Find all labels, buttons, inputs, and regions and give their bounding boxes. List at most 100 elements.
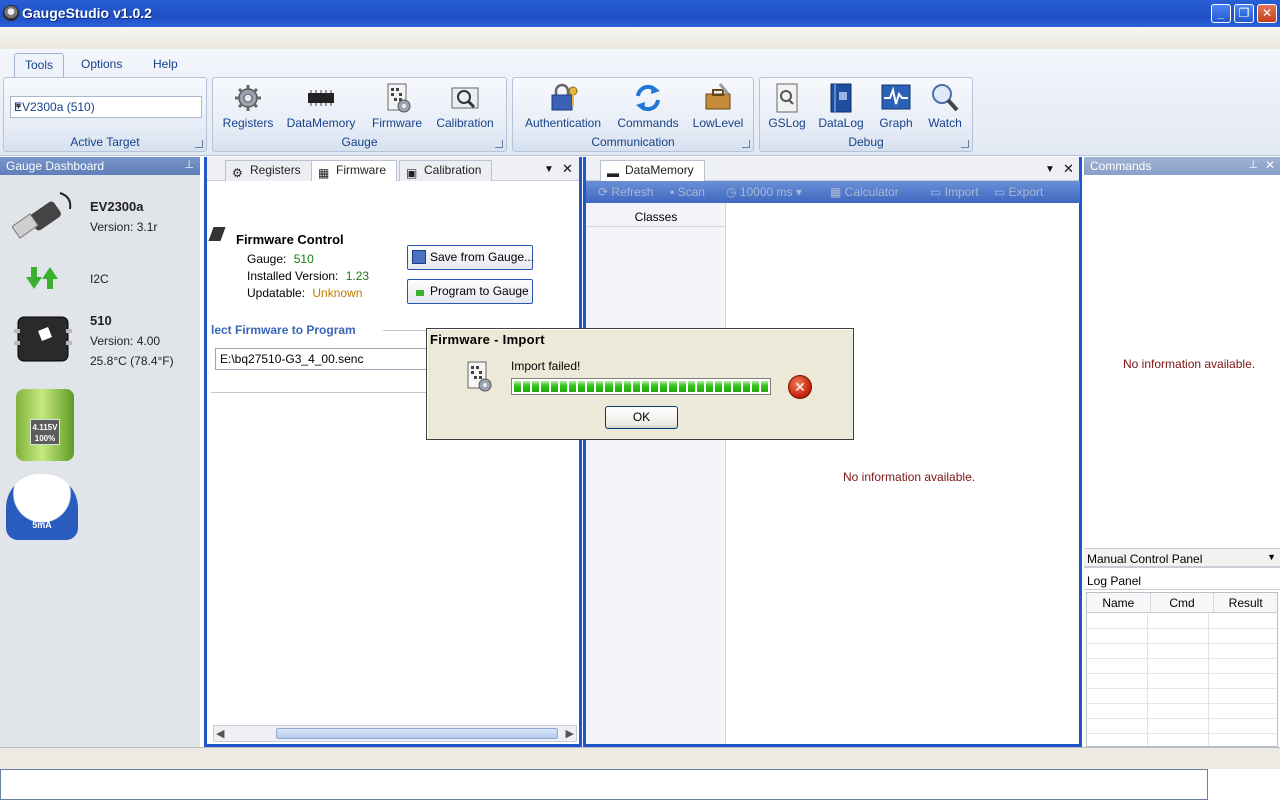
lowlevel-button[interactable]: LowLevel [692, 82, 744, 130]
import-button[interactable]: ▭ Import [930, 185, 979, 199]
group-launcher[interactable] [495, 140, 503, 148]
column-divider [1147, 614, 1148, 746]
program-to-gauge-label: Program to Gauge [430, 284, 529, 298]
tab-list-dropdown[interactable]: ▼ [544, 164, 554, 175]
close-panel-icon[interactable]: ✕ [1265, 158, 1275, 172]
scan-button[interactable]: ▪ Scan [670, 185, 705, 199]
manual-control-label: Manual Control Panel [1087, 552, 1203, 566]
book-icon [825, 82, 857, 114]
tab-calibration[interactable]: ▣ Calibration [399, 160, 493, 181]
progress-block [523, 381, 531, 392]
installed-version-label: Installed Version: [247, 269, 339, 283]
datalog-button[interactable]: DataLog [816, 82, 866, 130]
import-progress-bar [511, 378, 771, 395]
save-from-gauge-button[interactable]: Save from Gauge... [407, 245, 535, 270]
device-version: Version: 3.1r [90, 220, 158, 234]
classes-header: Classes [586, 207, 726, 227]
calculator-button[interactable]: ▦ Calculator [830, 185, 899, 199]
export-button[interactable]: ▭ Export [994, 185, 1043, 199]
progress-block [687, 381, 695, 392]
timer-icon: ◷ [726, 185, 740, 199]
progress-block [605, 381, 613, 392]
progress-block [559, 381, 567, 392]
refresh-icon: ⟳ [598, 185, 612, 199]
export-label: Export [1008, 185, 1044, 199]
log-table: Name Cmd Result [1086, 592, 1278, 747]
commands-empty-message: No information available. [1123, 357, 1256, 371]
status-bar [0, 747, 1280, 769]
menu-strip [0, 27, 1280, 49]
close-tab-icon[interactable]: ✕ [562, 161, 573, 177]
current-value: 5mA [32, 520, 52, 530]
progress-block [751, 381, 759, 392]
gslog-button[interactable]: GSLog [765, 82, 809, 130]
bus-type: I2C [90, 272, 109, 286]
progress-block [715, 381, 723, 392]
progress-block [733, 381, 741, 392]
scan-label: Scan [677, 185, 705, 199]
pin-icon[interactable]: ⊥ [184, 158, 194, 171]
group-launcher[interactable] [195, 140, 203, 148]
chip-icon [305, 82, 337, 114]
restore-button[interactable]: ❐ [1234, 4, 1254, 23]
progress-block [705, 381, 714, 392]
gauge-name: 510 [90, 313, 112, 328]
log-column-result[interactable]: Result [1214, 593, 1277, 612]
program-to-gauge-button[interactable]: Program to Gauge [407, 279, 533, 304]
gauge-version: Version: 4.00 [90, 334, 161, 348]
registers-button[interactable]: Registers [222, 82, 274, 130]
firmware-button[interactable]: Firmware [371, 82, 423, 130]
tab-datamemory-label: DataMemory [625, 163, 694, 177]
scroll-left-icon[interactable]: ◀ [216, 727, 224, 740]
scroll-right-icon[interactable]: ▶ [566, 727, 574, 740]
tab-datamemory[interactable]: ▬ DataMemory [600, 160, 705, 181]
registers-label: Registers [222, 116, 274, 130]
refresh-button[interactable]: ⟳ Refresh [598, 185, 653, 199]
tab-firmware[interactable]: ▦ Firmware [311, 160, 397, 181]
ok-button[interactable]: OK [605, 406, 678, 429]
commands-button[interactable]: Commands [617, 82, 679, 130]
scan-icon: ▪ [670, 185, 678, 199]
horizontal-scrollbar[interactable]: ◀ ▶ [213, 725, 577, 742]
scrollbar-thumb[interactable] [276, 728, 558, 739]
datamemory-button[interactable]: DataMemory [286, 82, 356, 130]
dialog-message: Import failed! [511, 359, 581, 373]
tab-registers-label: Registers [250, 163, 301, 177]
graph-button[interactable]: Graph [876, 82, 916, 130]
watch-button[interactable]: Watch [925, 82, 965, 130]
group-label-active-target: Active Target [70, 135, 140, 149]
log-table-header: Name Cmd Result [1087, 593, 1277, 613]
firmware-document: ⚙ Registers ▦ Firmware ▣ Calibration ▼ ✕… [204, 157, 583, 747]
firmware-label: Firmware [372, 116, 422, 130]
close-tab-icon[interactable]: ✕ [1063, 161, 1074, 177]
tab-list-dropdown[interactable]: ▼ [1045, 164, 1055, 175]
battery-percent: 100% [34, 434, 56, 443]
close-button[interactable]: ✕ [1257, 4, 1277, 23]
gauge-value: 510 [293, 252, 314, 266]
tab-registers[interactable]: ⚙ Registers [225, 160, 312, 181]
interval-dropdown[interactable]: ◷ 10000 ms ▾ [726, 185, 802, 199]
log-column-name[interactable]: Name [1087, 593, 1151, 612]
group-launcher[interactable] [961, 140, 969, 148]
progress-block [760, 381, 768, 392]
interval-value: 10000 ms [739, 185, 793, 199]
save-from-gauge-label: Save from Gauge... [430, 250, 535, 264]
tab-help[interactable]: Help [143, 53, 188, 77]
manual-control-panel-header[interactable]: Manual Control Panel ▼ [1084, 548, 1280, 568]
gear-icon: ⚙ [232, 166, 243, 180]
tab-options[interactable]: Options [71, 53, 132, 77]
authentication-button[interactable]: Authentication [522, 82, 604, 130]
column-divider [1208, 614, 1209, 746]
log-column-cmd[interactable]: Cmd [1151, 593, 1215, 612]
pin-icon[interactable]: ⊥ [1248, 158, 1258, 171]
window-title: GaugeStudio v1.0.2 [22, 5, 152, 21]
active-target-select[interactable]: EV2300a (510) ▼ [10, 96, 202, 118]
log-panel-header: Log Panel [1084, 572, 1280, 590]
group-launcher[interactable] [742, 140, 750, 148]
tab-tools[interactable]: Tools [14, 53, 65, 77]
usb-icon [11, 189, 74, 245]
minimize-button[interactable]: _ [1211, 4, 1231, 23]
progress-block [596, 381, 604, 392]
device-name: EV2300a [90, 199, 144, 214]
calibration-button[interactable]: Calibration [435, 82, 495, 130]
